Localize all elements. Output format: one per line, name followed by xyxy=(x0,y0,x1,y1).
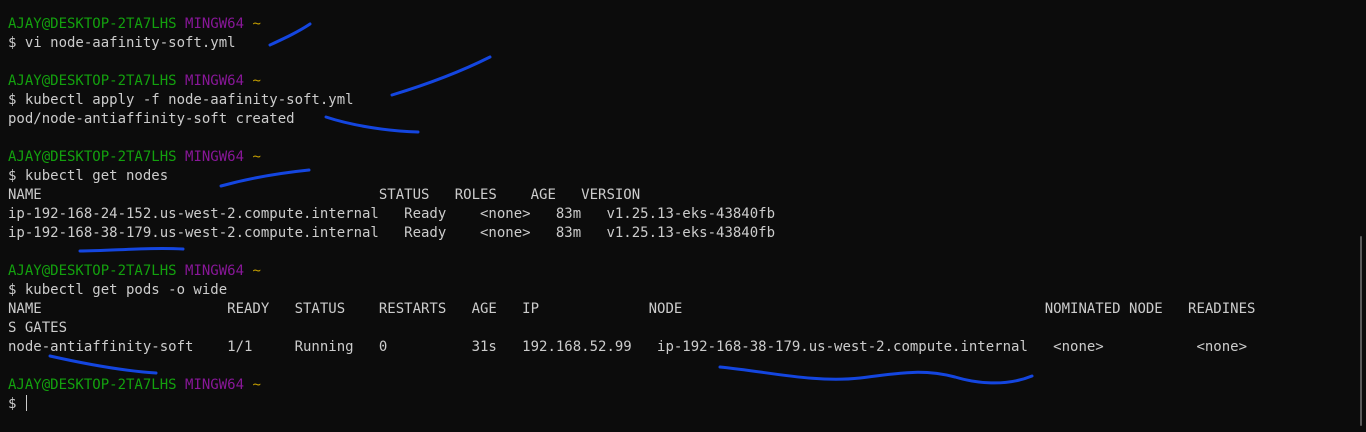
command-line: $ kubectl apply -f node-aafinity-soft.ym… xyxy=(8,92,354,108)
terminal-window[interactable]: AJAY@DESKTOP-2TA7LHS MINGW64 ~ $ vi node… xyxy=(0,0,1366,432)
prompt-path: ~ xyxy=(252,263,261,279)
prompt-user-host: AJAY@DESKTOP-2TA7LHS xyxy=(8,263,177,279)
prompt-path: ~ xyxy=(252,149,261,165)
prompt-line: AJAY@DESKTOP-2TA7LHS MINGW64 ~ xyxy=(8,376,1366,395)
command-line: $ kubectl get nodes xyxy=(8,168,169,184)
prompt-shell: MINGW64 xyxy=(185,149,245,165)
nodes-table-header: NAME STATUS ROLES AGE VERSION xyxy=(8,187,641,203)
prompt-user-host: AJAY@DESKTOP-2TA7LHS xyxy=(8,16,177,32)
prompt-path: ~ xyxy=(252,377,261,393)
prompt-line: AJAY@DESKTOP-2TA7LHS MINGW64 ~ xyxy=(8,72,1366,91)
text-cursor xyxy=(25,395,27,411)
prompt-shell: MINGW64 xyxy=(185,263,245,279)
prompt-path: ~ xyxy=(252,73,261,89)
output-line: pod/node-antiaffinity-soft created xyxy=(8,111,295,127)
nodes-table-row: ip-192-168-24-152.us-west-2.compute.inte… xyxy=(8,206,776,222)
pods-table-header-wrap: S GATES xyxy=(8,320,68,336)
nodes-table-row: ip-192-168-38-179.us-west-2.compute.inte… xyxy=(8,225,776,241)
prompt-user-host: AJAY@DESKTOP-2TA7LHS xyxy=(8,377,177,393)
scrollbar[interactable] xyxy=(1360,236,1362,426)
prompt-line: AJAY@DESKTOP-2TA7LHS MINGW64 ~ xyxy=(8,262,1366,281)
pods-table-row: node-antiaffinity-soft 1/1 Running 0 31s… xyxy=(8,339,1248,355)
prompt-path: ~ xyxy=(252,16,261,32)
command-line: $ kubectl get pods -o wide xyxy=(8,282,228,298)
prompt-shell: MINGW64 xyxy=(185,16,245,32)
pods-table-header: NAME READY STATUS RESTARTS AGE IP NODE N… xyxy=(8,301,1256,317)
prompt-line: AJAY@DESKTOP-2TA7LHS MINGW64 ~ xyxy=(8,148,1366,167)
prompt-user-host: AJAY@DESKTOP-2TA7LHS xyxy=(8,149,177,165)
prompt-shell: MINGW64 xyxy=(185,73,245,89)
input-prompt: $ xyxy=(8,396,25,412)
input-line[interactable]: $ xyxy=(8,395,1366,414)
prompt-user-host: AJAY@DESKTOP-2TA7LHS xyxy=(8,73,177,89)
command-line: $ vi node-aafinity-soft.yml xyxy=(8,35,236,51)
prompt-shell: MINGW64 xyxy=(185,377,245,393)
prompt-line: AJAY@DESKTOP-2TA7LHS MINGW64 ~ xyxy=(8,15,1366,34)
